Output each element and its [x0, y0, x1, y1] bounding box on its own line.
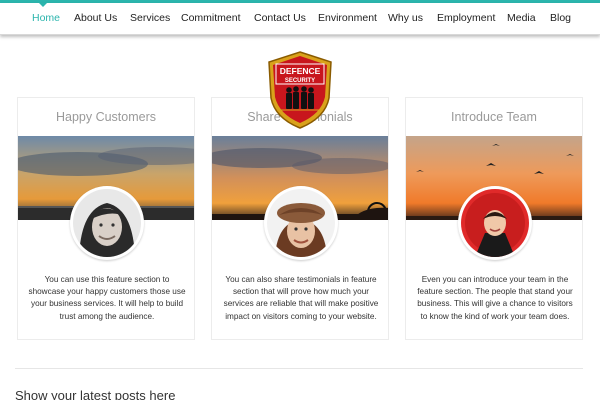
nav-environment[interactable]: Environment — [318, 12, 377, 24]
card-description: You can also share testimonials in featu… — [223, 275, 379, 321]
team-avatar — [458, 186, 532, 260]
card-description: Even you can introduce your team in the … — [417, 275, 573, 321]
active-indicator — [39, 3, 47, 7]
feature-card-introduce-team: Introduce Team Even you can introduce yo… — [405, 97, 583, 340]
logo-line1: DEFENCE — [280, 66, 321, 76]
nav-home[interactable]: Home — [32, 12, 60, 24]
testimonial-avatar — [264, 186, 338, 260]
section-divider — [15, 368, 583, 369]
nav-contact-us[interactable]: Contact Us — [254, 12, 306, 24]
feature-card-happy-customers: Happy Customers You can use this feature… — [17, 97, 195, 340]
nav-blog[interactable]: Blog — [550, 12, 571, 24]
nav-why-us[interactable]: Why us — [388, 12, 423, 24]
nav-media[interactable]: Media — [507, 12, 536, 24]
nav-about-us[interactable]: About Us — [74, 12, 117, 24]
card-title: Introduce Team — [451, 110, 537, 124]
latest-posts-heading: Show your latest posts here — [15, 388, 176, 400]
main-navigation: Home About Us Services Commitment Contac… — [0, 3, 600, 35]
nav-employment[interactable]: Employment — [437, 12, 495, 24]
nav-commitment[interactable]: Commitment — [181, 12, 241, 24]
feature-card-share-testimonials: Share Testimonials — [211, 97, 389, 340]
site-logo[interactable]: DEFENCE SECURITY — [265, 50, 335, 130]
card-title: Happy Customers — [55, 110, 157, 124]
card-description: You can use this feature section to show… — [28, 275, 186, 321]
logo-line2: SECURITY — [285, 78, 315, 84]
nav-services[interactable]: Services — [130, 12, 170, 24]
customer-avatar — [70, 186, 144, 260]
